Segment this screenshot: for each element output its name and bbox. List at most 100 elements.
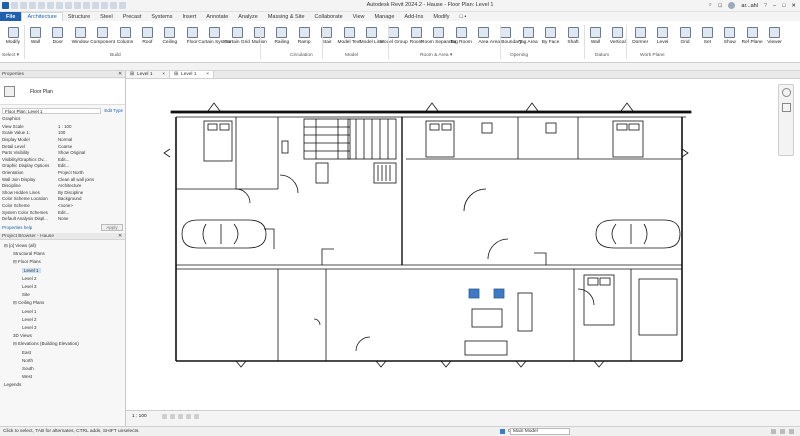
property-value[interactable]: Edit... <box>58 210 123 215</box>
edit-type-button[interactable]: Edit Type <box>104 108 123 113</box>
minimize-icon[interactable]: – <box>773 3 776 9</box>
door-swing[interactable] <box>313 318 321 326</box>
ribbon-button[interactable]: By Face <box>540 25 562 51</box>
visual-style-icon[interactable] <box>170 414 175 419</box>
ribbon-panel-name[interactable]: Model <box>345 53 358 58</box>
browser-item[interactable]: East <box>22 350 31 355</box>
select-links-icon[interactable] <box>780 429 785 434</box>
door-swing[interactable] <box>463 188 487 212</box>
ribbon-button[interactable]: Ceiling <box>159 25 181 51</box>
property-row[interactable]: Display Model Normal <box>2 136 123 143</box>
property-row[interactable]: System Color Schemes Edit... <box>2 209 123 216</box>
toilet[interactable] <box>481 122 493 134</box>
ribbon-button[interactable]: Door <box>47 25 69 51</box>
property-value[interactable]: Edit... <box>58 163 123 168</box>
property-row[interactable]: Show Hidden Lines By Discipline <box>2 189 123 196</box>
browser-item[interactable]: Level 2 <box>22 276 37 281</box>
view-scale[interactable]: 1 : 100 <box>132 414 147 419</box>
ribbon-tab[interactable]: Manage <box>370 12 400 21</box>
thin-lines-icon[interactable] <box>101 2 108 9</box>
door-swing[interactable] <box>487 238 509 260</box>
property-row[interactable]: Visibility/Graphics Ov... Edit... <box>2 156 123 163</box>
zoom-icon[interactable] <box>781 103 791 112</box>
cart-icon[interactable]: ⊡ <box>718 3 723 9</box>
select-pinned-icon[interactable] <box>789 429 794 434</box>
property-row[interactable]: Discipline Architecture <box>2 182 123 189</box>
annotate-icon[interactable] <box>65 2 72 9</box>
ribbon-tab[interactable]: Steel <box>95 12 118 21</box>
maximize-icon[interactable]: □ <box>782 3 785 9</box>
measure-icon[interactable] <box>56 2 63 9</box>
ribbon-button[interactable]: Component <box>90 25 115 51</box>
3d-view-icon[interactable] <box>74 2 81 9</box>
ribbon-button[interactable]: Viewer <box>764 25 786 51</box>
ribbon-button[interactable]: Room <box>405 25 427 51</box>
door-swing[interactable] <box>279 174 299 194</box>
model-selector[interactable]: Main Model <box>510 428 570 435</box>
ribbon-button[interactable]: Modify <box>2 25 24 51</box>
browser-item[interactable]: West <box>22 374 32 379</box>
property-row[interactable]: View Scale 1 : 100 <box>2 123 123 130</box>
ribbon-panel-name[interactable]: Work Plane <box>640 53 665 58</box>
ribbon-button[interactable]: Shaft <box>562 25 584 51</box>
furniture-lounge[interactable] <box>464 292 533 356</box>
ribbon-tab[interactable]: Annotate <box>201 12 233 21</box>
ribbon-button[interactable]: Model Text <box>337 25 361 51</box>
door-swing[interactable] <box>577 288 595 306</box>
windows-icon[interactable] <box>110 2 117 9</box>
properties-help-link[interactable]: Properties help <box>2 225 32 230</box>
property-row[interactable]: Color Scheme Location Background <box>2 196 123 203</box>
blue-chairs[interactable] <box>468 288 505 299</box>
browser-item[interactable]: Level 1 <box>22 309 37 314</box>
ribbon-tab[interactable]: Massing & Site <box>263 12 310 21</box>
ribbon-button[interactable]: Model Line <box>360 25 383 51</box>
ribbon-button[interactable]: Tag Room <box>450 25 472 51</box>
ribbon-button[interactable]: Level <box>652 25 674 51</box>
property-value[interactable]: Background <box>58 196 123 201</box>
navigation-bar[interactable] <box>778 84 794 156</box>
property-value[interactable]: 100 <box>58 130 123 135</box>
user-avatar[interactable] <box>728 2 736 9</box>
property-value[interactable]: Coarse <box>58 144 123 149</box>
ribbon-button[interactable]: Dormer <box>629 25 651 51</box>
view-tab[interactable]: ⊞ Level 1 × <box>170 71 214 78</box>
sun-path-icon[interactable] <box>178 414 183 419</box>
door-swing[interactable] <box>355 336 371 352</box>
property-value[interactable]: Project North <box>58 170 123 175</box>
property-row[interactable]: Graphic Display Options Edit... <box>2 163 123 170</box>
property-row[interactable]: Wall Join Display Clean all wall joins <box>2 176 123 183</box>
ribbon-panel-name[interactable]: Circulation <box>290 53 313 58</box>
browser-item[interactable]: Site <box>22 292 30 297</box>
close-icon[interactable]: × <box>206 72 209 77</box>
ribbon-button[interactable]: Ramp <box>293 25 315 51</box>
browser-item[interactable]: North <box>22 358 33 363</box>
browser-item[interactable]: ⊟ Floor Plans <box>13 259 41 265</box>
car-left[interactable] <box>181 219 267 249</box>
browser-item[interactable]: Legends <box>4 382 21 387</box>
property-value[interactable]: Edit... <box>58 157 123 162</box>
property-row[interactable]: Scale Value 1: 100 <box>2 130 123 137</box>
property-row[interactable]: Default Analysis Displ... None <box>2 215 123 222</box>
shadows-icon[interactable] <box>186 414 191 419</box>
sink[interactable] <box>281 140 289 154</box>
help-icon[interactable]: ? <box>764 3 767 9</box>
window-marks-bottom[interactable] <box>235 360 605 368</box>
ribbon-button[interactable]: Curtain System <box>198 25 231 51</box>
ribbon-tab[interactable]: Structure <box>63 12 95 21</box>
ribbon-button[interactable]: Grid <box>674 25 696 51</box>
ribbon-button[interactable]: Set <box>696 25 718 51</box>
steering-wheel-icon[interactable] <box>781 88 791 97</box>
stair-right[interactable] <box>347 118 397 184</box>
property-row[interactable]: Detail Level Coarse <box>2 143 123 150</box>
browser-item[interactable]: 3D Views <box>13 333 32 338</box>
instance-selector[interactable]: Floor Plan: Level 1 <box>2 107 102 114</box>
apply-button[interactable]: Apply <box>101 224 123 231</box>
property-value[interactable]: Show Original <box>58 150 123 155</box>
toilet[interactable] <box>545 122 557 134</box>
ribbon-tab[interactable]: Insert <box>177 12 201 21</box>
property-value[interactable]: Clean all wall joins <box>58 177 123 182</box>
redo-icon[interactable] <box>38 2 45 9</box>
ribbon-panel-name[interactable]: Select ▾ <box>2 53 19 58</box>
ribbon-panel-name[interactable]: Opening <box>510 53 528 58</box>
ribbon-button[interactable]: Model Group <box>380 25 408 51</box>
